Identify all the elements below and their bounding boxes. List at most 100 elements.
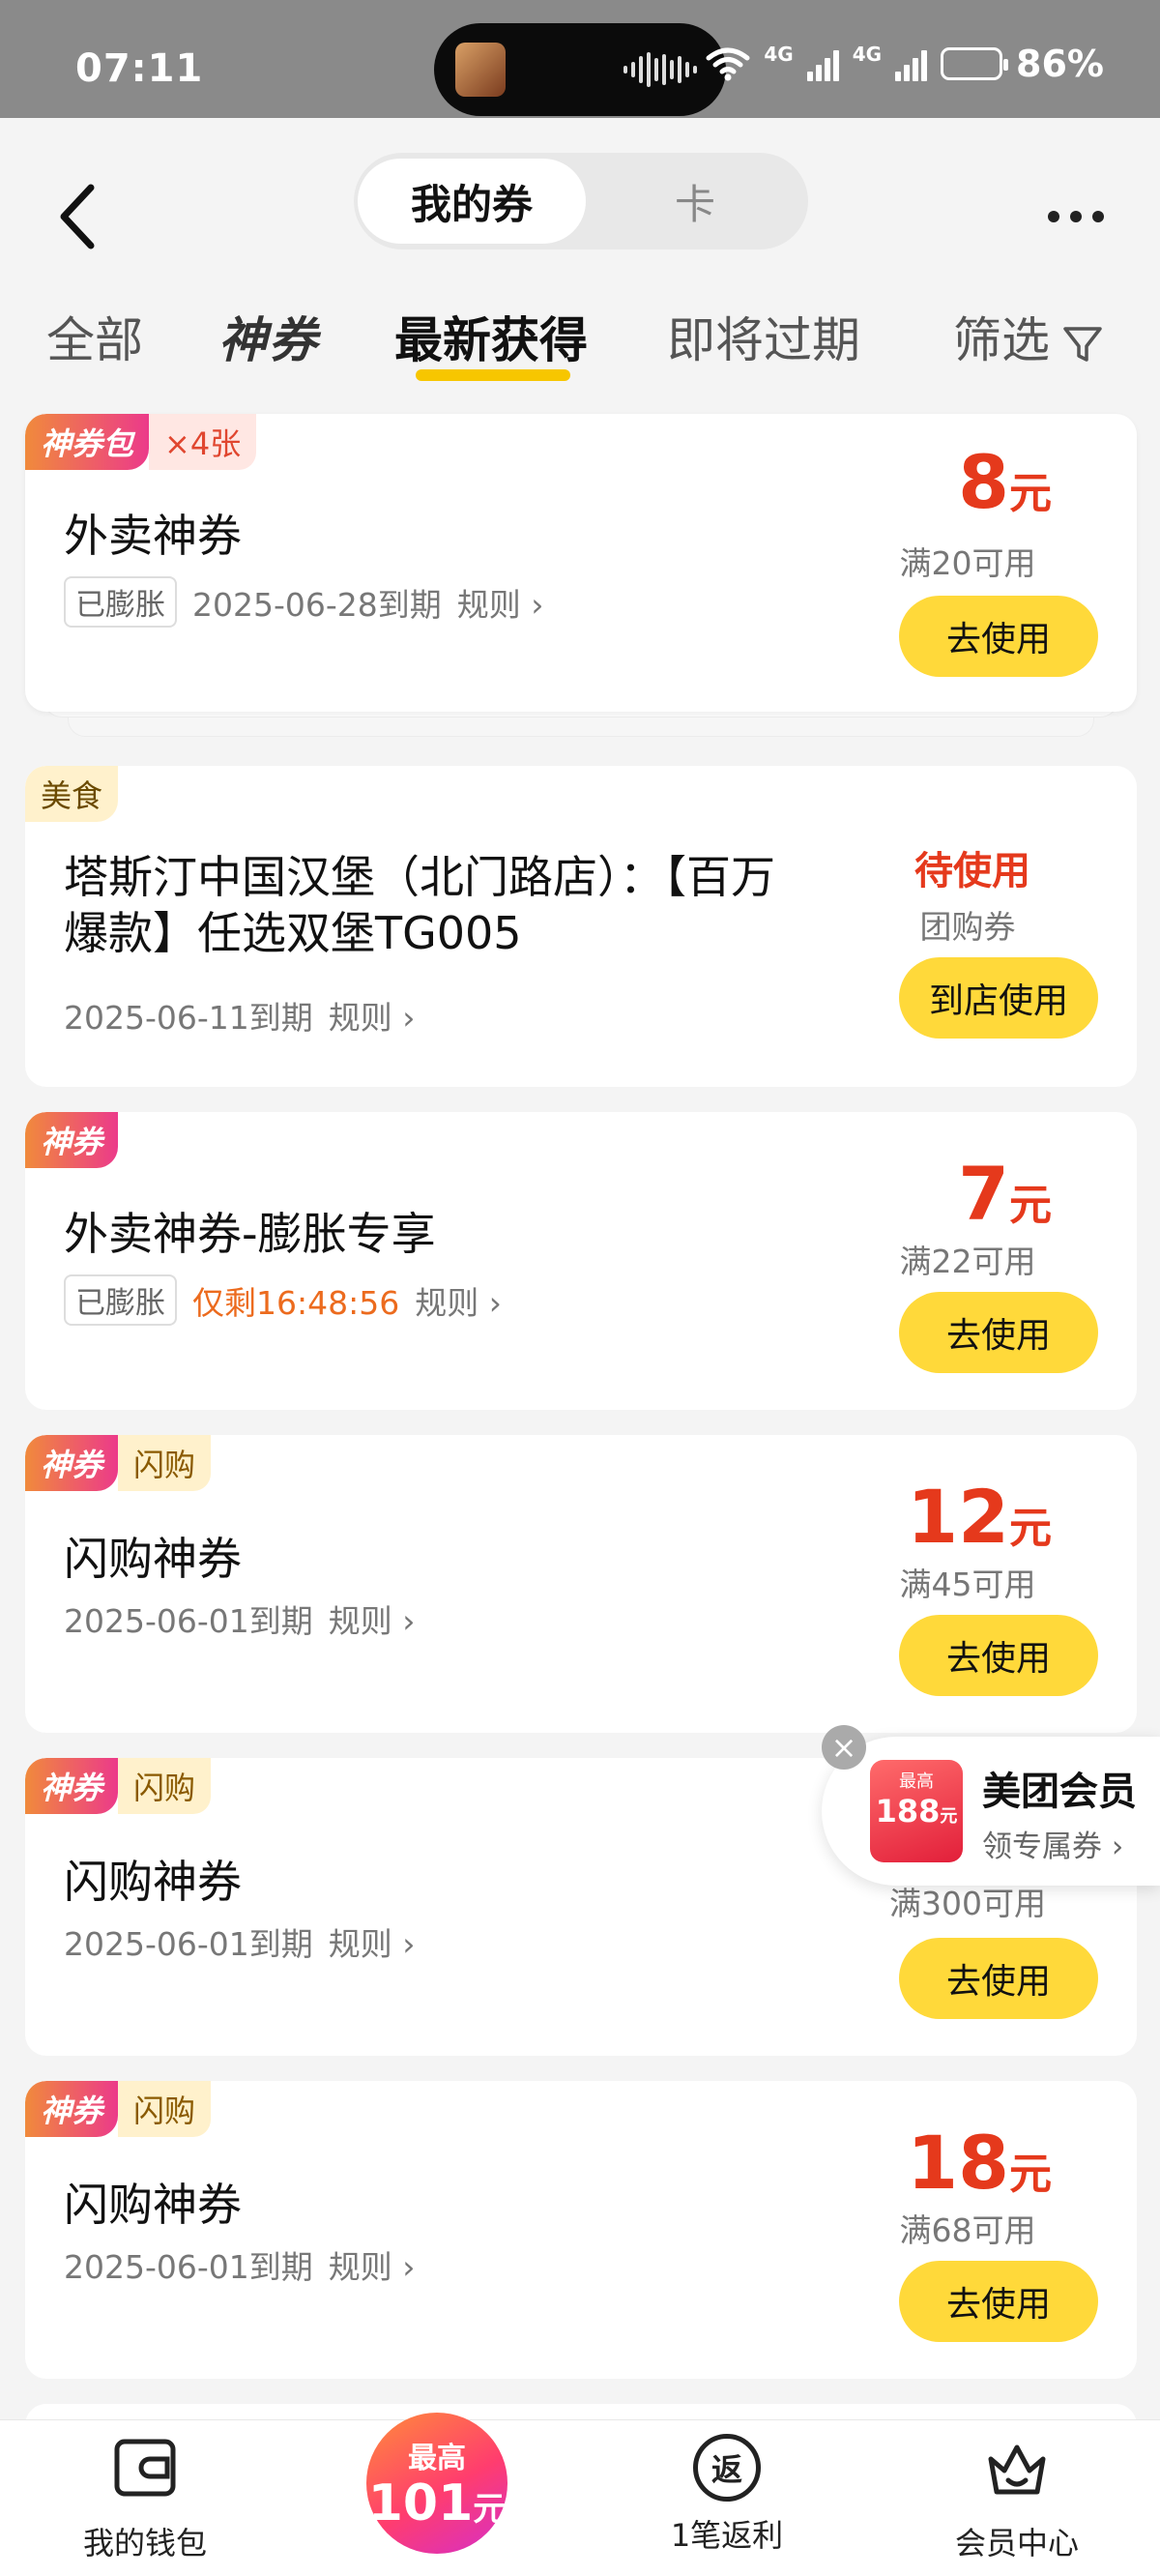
coupon-card[interactable]: 神券包 ×4张 外卖神券 已膨胀 2025-06-28到期 规则 › 8元 满2… xyxy=(25,414,1137,712)
coupon-title: 塔斯汀中国汉堡（北门路店）：【百万 爆款】任选双堡TG005 xyxy=(64,849,775,961)
rule-label: 规则 xyxy=(456,585,521,624)
member-subtitle-text: 领专属券 xyxy=(982,1830,1102,1864)
coupon-card[interactable]: 神券 闪购 闪购神券 2025-06-01到期 规则 › 12元 满45可用 去… xyxy=(25,1435,1137,1733)
member-title: 美团会员 xyxy=(982,1770,1137,1814)
use-in-store-button[interactable]: 到店使用 xyxy=(899,957,1098,1039)
chevron-right-icon: › xyxy=(402,1602,416,1640)
signal-icon-2 xyxy=(895,46,928,81)
nav-wallet[interactable]: 我的钱包 xyxy=(39,2434,251,2563)
rule-label: 规则 xyxy=(328,1925,392,1963)
more-options-icon[interactable] xyxy=(1048,188,1104,246)
nav-member-center[interactable]: 会员中心 xyxy=(911,2434,1123,2563)
segment-my-coupons[interactable]: 我的券 xyxy=(358,159,586,244)
member-badge-value: 188 xyxy=(875,1793,941,1830)
coupon-title: 闪购神券 xyxy=(64,1856,242,1908)
wifi-icon xyxy=(706,47,750,81)
member-promo-widget[interactable]: 最高 188元 美团会员 领专属券 › xyxy=(822,1737,1160,1886)
coupon-tags: 神券 xyxy=(25,1112,119,1168)
coupon-meta: 2025-06-11到期 规则 › xyxy=(64,992,415,1039)
amount-unit: 元 xyxy=(1009,1504,1052,1553)
inflated-badge: 已膨胀 xyxy=(64,576,177,628)
coupon-card[interactable]: 美食 塔斯汀中国汉堡（北门路店）：【百万 爆款】任选双堡TG005 2025-0… xyxy=(25,766,1137,1087)
member-badge-unit: 元 xyxy=(940,1806,958,1827)
member-badge-top: 最高 xyxy=(899,1771,934,1792)
use-button[interactable]: 去使用 xyxy=(899,1292,1098,1373)
tab-latest[interactable]: 最新获得 xyxy=(394,302,588,371)
rule-link[interactable]: 规则 › xyxy=(457,579,544,626)
bottom-navigation: 我的钱包 最高 101元 返 1笔返利 会员中心 xyxy=(0,2413,1160,2576)
coupon-tags: 美食 xyxy=(25,766,119,822)
rule-label: 规则 xyxy=(328,999,392,1037)
tab-filter[interactable]: 筛选 xyxy=(953,302,1104,371)
coupon-title: 闪购神券 xyxy=(64,1533,242,1585)
rebate-icon: 返 xyxy=(693,2434,761,2502)
amount-value: 18 xyxy=(907,2120,1009,2206)
active-tab-indicator xyxy=(416,369,570,381)
amount-unit: 元 xyxy=(1009,2150,1052,2199)
back-arrow-icon[interactable] xyxy=(48,176,106,257)
member-subtitle: 领专属券 › xyxy=(982,1822,1123,1865)
rule-link[interactable]: 规则 › xyxy=(415,1277,502,1324)
rule-label: 规则 xyxy=(328,1602,392,1640)
member-badge-amount: 188元 xyxy=(870,1793,963,1830)
status-icons: 4G 4G 86% xyxy=(706,43,1104,85)
battery-icon xyxy=(941,47,1009,80)
rule-link[interactable]: 规则 › xyxy=(329,1595,416,1642)
tab-shen-coupon[interactable]: 神券 xyxy=(218,302,319,371)
coupon-amount: 12元 xyxy=(907,1474,1052,1560)
coupon-tags: 神券 闪购 xyxy=(25,1758,212,1814)
countdown-timer: 仅剩16:48:56 xyxy=(192,1283,400,1322)
use-button[interactable]: 去使用 xyxy=(899,596,1098,677)
use-button[interactable]: 去使用 xyxy=(899,1615,1098,1696)
coupon-amount: 8元 xyxy=(958,439,1052,525)
filter-funnel-icon xyxy=(1063,326,1102,362)
chevron-right-icon: › xyxy=(531,585,544,624)
coupon-title: 外卖神券-膨胀专享 xyxy=(64,1208,436,1260)
tag-shen-coupon: 神券 xyxy=(25,1112,119,1168)
amount-value: 12 xyxy=(907,1474,1009,1560)
coupon-expiry: 2025-06-11到期 xyxy=(64,999,313,1037)
coupon-meta: 已膨胀 仅剩16:48:56 规则 › xyxy=(64,1274,502,1326)
coupon-condition: 满68可用 xyxy=(899,2211,1036,2249)
now-playing-thumbnail xyxy=(455,43,506,97)
member-coupon-badge: 最高 188元 xyxy=(870,1760,963,1862)
coupon-meta: 2025-06-01到期 规则 › xyxy=(64,1595,415,1642)
wallet-icon xyxy=(114,2439,176,2497)
rule-link[interactable]: 规则 › xyxy=(329,2241,416,2288)
coupon-title-line-1: 塔斯汀中国汉堡（北门路店）：【百万 xyxy=(64,851,775,903)
coupon-amount: 18元 xyxy=(907,2120,1052,2206)
rule-label: 规则 xyxy=(415,1283,479,1322)
battery-percent: 86% xyxy=(1016,43,1104,85)
use-button[interactable]: 去使用 xyxy=(899,1938,1098,2019)
chevron-right-icon: › xyxy=(488,1283,502,1322)
coupon-tags: 神券 闪购 xyxy=(25,2081,212,2137)
coupon-condition: 满22可用 xyxy=(899,1243,1036,1280)
coupon-expiry: 2025-06-01到期 xyxy=(64,1925,313,1963)
coupon-card[interactable]: 神券 外卖神券-膨胀专享 已膨胀 仅剩16:48:56 规则 › 7元 满22可… xyxy=(25,1112,1137,1410)
amount-value: 8 xyxy=(958,439,1009,525)
close-icon[interactable]: × xyxy=(822,1725,866,1770)
rule-link[interactable]: 规则 › xyxy=(329,992,416,1039)
tab-all[interactable]: 全部 xyxy=(46,302,143,371)
nav-member-label: 会员中心 xyxy=(954,2525,1079,2561)
signal-icon xyxy=(806,46,839,81)
coupon-expiry: 2025-06-01到期 xyxy=(64,1602,313,1640)
nav-rebate[interactable]: 返 1笔返利 xyxy=(621,2434,833,2556)
tag-coupon-pack: 神券包 xyxy=(25,414,150,470)
coupon-card[interactable]: 神券 闪购 闪购神券 2025-06-01到期 规则 › 18元 满68可用 去… xyxy=(25,2081,1137,2379)
rule-label: 规则 xyxy=(328,2248,392,2286)
chevron-right-icon: › xyxy=(402,1925,416,1963)
coupon-tags: 神券 闪购 xyxy=(25,1435,212,1491)
nav-center-unit: 元 xyxy=(473,2490,507,2529)
segment-cards[interactable]: 卡 xyxy=(586,159,804,244)
nav-center-promo[interactable]: 最高 101元 xyxy=(366,2413,508,2554)
coupon-title-line-2: 爆款】任选双堡TG005 xyxy=(64,907,522,959)
chevron-right-icon: › xyxy=(402,2248,416,2286)
rule-link[interactable]: 规则 › xyxy=(329,1918,416,1965)
coupon-expiry: 2025-06-01到期 xyxy=(64,2248,313,2286)
use-button[interactable]: 去使用 xyxy=(899,2261,1098,2342)
nav-center-value: 101 xyxy=(367,2474,474,2532)
tag-shen-coupon: 神券 xyxy=(25,1435,119,1491)
tag-flash-buy: 闪购 xyxy=(118,2081,212,2137)
tab-expiring[interactable]: 即将过期 xyxy=(667,302,860,371)
